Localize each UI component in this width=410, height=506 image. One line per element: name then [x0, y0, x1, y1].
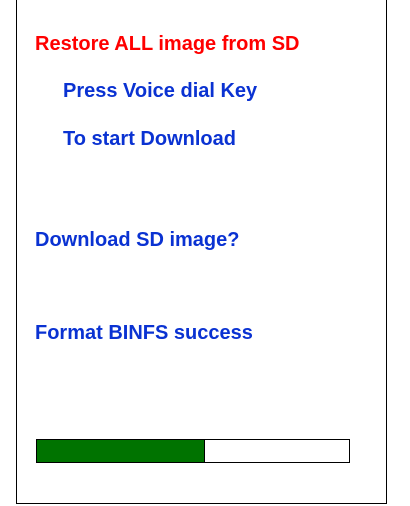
- progress-bar: [36, 439, 350, 463]
- instruction-line-2: To start Download: [63, 128, 236, 150]
- status-message: Format BINFS success: [35, 322, 253, 344]
- download-question: Download SD image?: [35, 229, 240, 251]
- progress-bar-fill: [37, 440, 206, 462]
- device-screen: Restore ALL image from SD Press Voice di…: [16, 0, 387, 504]
- instruction-line-1: Press Voice dial Key: [63, 80, 258, 102]
- screen-title: Restore ALL image from SD: [35, 33, 300, 55]
